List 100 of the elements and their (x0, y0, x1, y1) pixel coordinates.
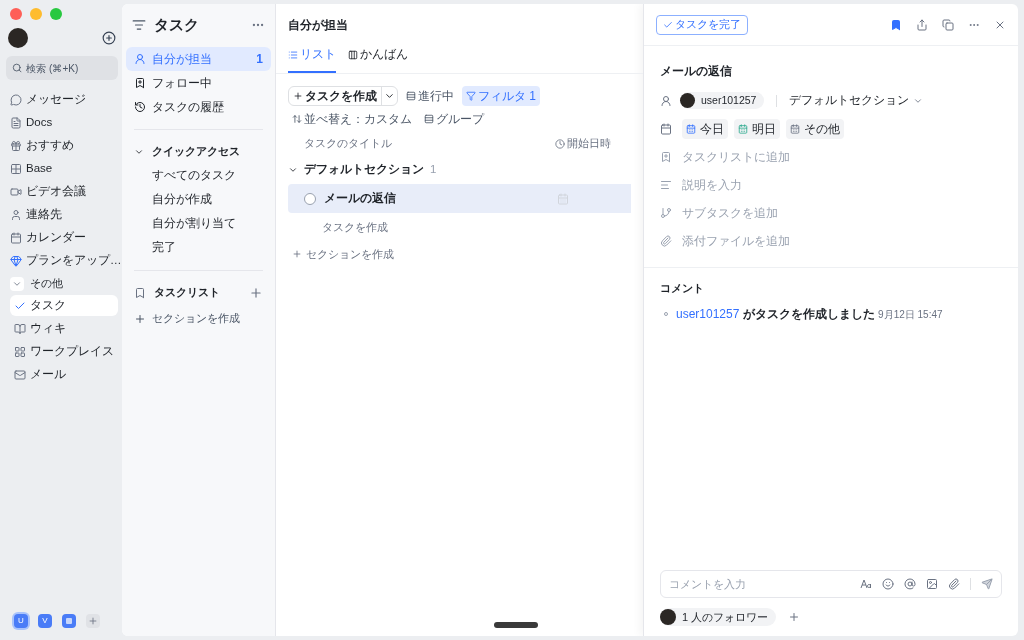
nav-icon (134, 52, 146, 65)
nav-icon (134, 100, 146, 113)
comment-input[interactable]: コメントを入力 (669, 575, 850, 593)
nav-item[interactable]: プランをアップ… (6, 249, 118, 272)
complete-task-button[interactable]: タスクを完了 (656, 14, 748, 35)
create-section-link[interactable]: セクションを作成 (126, 304, 271, 333)
nav-icon (14, 368, 26, 381)
emoji-icon[interactable] (882, 578, 894, 590)
section-header[interactable]: デフォルトセクション 1 (288, 160, 631, 180)
nav-icon (14, 345, 26, 358)
nav-item[interactable]: メッセージ (6, 88, 118, 111)
image-icon[interactable] (926, 578, 938, 590)
quick-access-header[interactable]: クイックアクセス (126, 139, 271, 164)
task-title: メールの返信 (660, 63, 733, 80)
nav-item[interactable]: カレンダー (6, 226, 118, 249)
quick-access-item[interactable]: すべてのタスク (126, 163, 271, 188)
nav-item[interactable]: タスク (10, 295, 118, 316)
nav-item[interactable]: ウィキ (10, 318, 118, 339)
nav-item[interactable]: ワークプレイス (10, 341, 118, 362)
workspace-icon[interactable] (62, 614, 76, 628)
followers-chip[interactable]: 1 人のフォロワー (660, 608, 777, 626)
group-button[interactable]: グループ (420, 110, 488, 129)
nav-item[interactable]: 連絡先 (6, 203, 118, 226)
filter-button[interactable]: フィルタ 1 (462, 86, 540, 107)
calendar-icon (686, 124, 696, 135)
create-task-row[interactable]: タスクを作成 (288, 213, 631, 242)
filter-icon (466, 91, 476, 102)
tasklist-icon (660, 151, 672, 164)
mention-icon[interactable] (904, 578, 916, 590)
nav-icon (134, 76, 146, 89)
avatar (8, 28, 28, 48)
share-icon[interactable] (916, 18, 928, 31)
workspace-icon[interactable]: V (38, 614, 52, 628)
task-nav-item[interactable]: フォロー中 (126, 70, 271, 95)
column-header: 開始日時 (555, 136, 631, 152)
add-workspace-icon[interactable] (86, 614, 100, 628)
nav-icon (10, 93, 22, 106)
nav-item[interactable]: Base (6, 157, 118, 180)
comment-field[interactable]: コメントを入力 (660, 570, 1002, 598)
quick-access-item[interactable]: 完了 (126, 235, 271, 260)
task-checkbox[interactable] (304, 192, 316, 205)
nav-group[interactable]: その他 (6, 272, 118, 295)
task-nav-item[interactable]: 自分が担当 1 (126, 46, 271, 71)
bookmark-icon[interactable] (890, 18, 902, 31)
caret-icon (288, 165, 298, 175)
nav-icon (10, 139, 22, 152)
activity-text: user101257 がタスクを作成しました 9月12日 15:47 (676, 305, 943, 323)
panel-title: タスク (154, 15, 200, 35)
sort-icon (292, 114, 302, 125)
workspace-icon[interactable]: U (14, 614, 28, 628)
search-input[interactable]: 検索 (⌘+K) (26, 60, 112, 76)
plus-icon (292, 249, 302, 260)
comments-heading: コメント (660, 281, 705, 297)
date-chip[interactable]: 今日 (682, 119, 728, 140)
in-progress-button[interactable]: 進行中 (402, 87, 458, 106)
status-icon (406, 91, 416, 102)
nav-item[interactable]: メール (10, 364, 118, 385)
assignee-chip[interactable]: user101257 (680, 92, 765, 110)
subtask-icon (660, 207, 672, 220)
date-chip[interactable]: 明日 (734, 119, 780, 140)
section-dropdown[interactable]: デフォルトセクション (789, 92, 924, 110)
view-tab[interactable]: かんばん (348, 46, 408, 74)
nav-icon (14, 322, 26, 335)
collapse-icon[interactable] (132, 18, 146, 33)
nav-icon (10, 162, 22, 175)
search-field[interactable]: 検索 (⌘+K) (6, 56, 118, 80)
add-icon[interactable] (102, 31, 116, 45)
task-row[interactable]: メールの返信 (288, 184, 631, 213)
view-tab[interactable]: リスト (288, 46, 336, 74)
tasklist-icon (134, 286, 146, 299)
avatar (680, 93, 695, 109)
date-chip[interactable]: その他 (786, 119, 844, 140)
list-icon (288, 49, 298, 60)
scroll-handle[interactable] (494, 622, 538, 628)
quick-access-item[interactable]: 自分が作成 (126, 187, 271, 212)
clock-icon (555, 139, 565, 150)
copy-icon[interactable] (942, 18, 954, 31)
task-nav-item[interactable]: タスクの履歴 (126, 94, 271, 119)
board-icon (348, 49, 358, 60)
send-icon[interactable] (981, 578, 993, 590)
nav-icon (10, 254, 22, 267)
page-title: 自分が担当 (287, 17, 349, 34)
check-icon (663, 19, 673, 30)
lines-icon (660, 179, 672, 192)
nav-icon (10, 116, 22, 129)
nav-item[interactable]: Docs (6, 111, 118, 134)
search-icon (12, 62, 23, 74)
create-section-link[interactable]: セクションを作成 (276, 246, 643, 263)
text-format-icon[interactable] (860, 579, 872, 589)
assignee-icon (660, 94, 672, 107)
sort-button[interactable]: 並べ替え：カスタム (288, 110, 416, 129)
quick-access-item[interactable]: 自分が割り当て (126, 211, 271, 236)
nav-item[interactable]: おすすめ (6, 134, 118, 157)
plus-icon (134, 312, 146, 325)
add-follower-icon[interactable] (788, 611, 801, 623)
calendar-icon (790, 124, 800, 135)
date-icon (660, 123, 672, 136)
nav-item[interactable]: ビデオ会議 (6, 180, 118, 203)
nav-icon (10, 208, 22, 221)
attachment-icon[interactable] (948, 578, 960, 590)
